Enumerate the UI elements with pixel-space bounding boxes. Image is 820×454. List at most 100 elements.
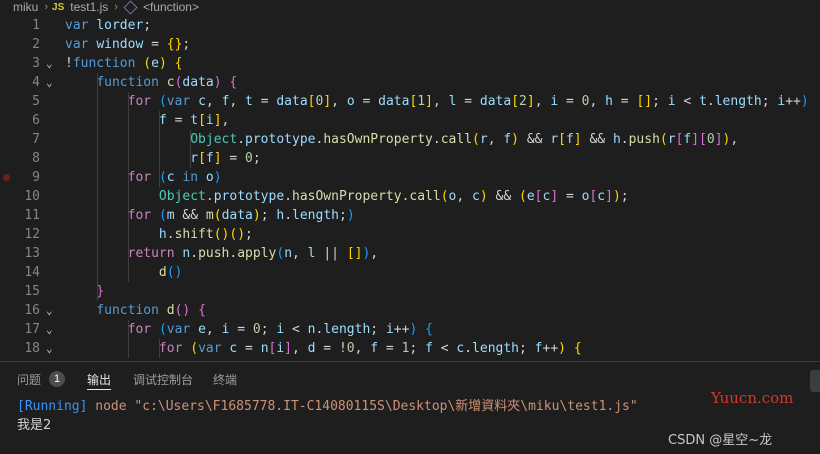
fold-chevron-icon[interactable]: ⌄ bbox=[46, 339, 53, 358]
code-token: && bbox=[174, 208, 206, 223]
code-token: ] bbox=[714, 132, 723, 147]
code-text: Object.prototype.hasOwnProperty.call(o, … bbox=[65, 187, 629, 206]
code-token: d bbox=[166, 303, 175, 318]
fold-chevron-icon[interactable]: ⌄ bbox=[46, 54, 53, 73]
code-text: } bbox=[65, 282, 104, 301]
code-token: e bbox=[526, 189, 535, 204]
code-token: = bbox=[237, 341, 261, 356]
indent-guide bbox=[159, 339, 160, 358]
code-token: { bbox=[198, 303, 206, 318]
code-line[interactable]: 10 Object.prototype.hasOwnProperty.call(… bbox=[0, 187, 820, 206]
code-token: ( bbox=[158, 94, 167, 109]
code-token: . bbox=[432, 132, 441, 147]
code-token: push bbox=[628, 132, 660, 147]
code-text: function d() { bbox=[65, 301, 206, 320]
code-line[interactable]: 15 } bbox=[0, 282, 820, 301]
code-token: . bbox=[706, 94, 715, 109]
code-text: !function (e) { bbox=[65, 54, 182, 73]
code-text: var lorder; bbox=[65, 16, 151, 35]
panel-tab[interactable]: 终端 bbox=[213, 362, 237, 396]
code-token: = bbox=[252, 94, 277, 109]
code-token: , bbox=[205, 322, 222, 337]
code-token: i bbox=[205, 113, 214, 128]
code-text: r[f] = 0; bbox=[65, 149, 260, 168]
code-token: r bbox=[667, 132, 676, 147]
code-token: r bbox=[479, 132, 488, 147]
code-token: for bbox=[127, 322, 152, 337]
code-token: lorder bbox=[96, 18, 144, 33]
breadcrumb-folder[interactable]: miku bbox=[0, 0, 40, 14]
fold-chevron-icon[interactable]: ⌄ bbox=[46, 73, 53, 92]
code-token: . bbox=[190, 246, 199, 261]
code-token: { bbox=[573, 341, 582, 356]
code-line[interactable]: 17 ⌄ for (var e, i = 0; i < n.length; i++… bbox=[0, 320, 820, 339]
indent-guide bbox=[128, 92, 129, 282]
code-line[interactable]: 6 f = t[i], bbox=[0, 111, 820, 130]
code-token: in bbox=[182, 170, 199, 185]
panel-tab[interactable]: 调试控制台 bbox=[133, 362, 193, 396]
code-line[interactable]: 13 return n.push.apply(n, l || []), bbox=[0, 244, 820, 263]
code-line[interactable]: 1 var lorder; bbox=[0, 16, 820, 35]
code-token: ] bbox=[691, 132, 700, 147]
code-token: . bbox=[284, 208, 293, 223]
code-token: { bbox=[425, 322, 433, 337]
fold-chevron-icon[interactable]: ⌄ bbox=[46, 320, 53, 339]
panel-tab[interactable]: 问题 1 bbox=[17, 362, 66, 396]
code-text: return n.push.apply(n, l || []), bbox=[65, 244, 379, 263]
code-token: && bbox=[487, 189, 519, 204]
code-token: = bbox=[354, 94, 379, 109]
code-token: 0 bbox=[346, 341, 355, 356]
code-token: var bbox=[166, 94, 191, 109]
code-token: 0 bbox=[245, 151, 253, 166]
code-token: , bbox=[205, 94, 222, 109]
code-token: r bbox=[550, 132, 559, 147]
code-token: i bbox=[667, 94, 676, 109]
code-line[interactable]: 3 ⌄ !function (e) { bbox=[0, 54, 820, 73]
code-token: t bbox=[190, 113, 199, 128]
code-token: return bbox=[127, 246, 175, 261]
code-line[interactable]: 18 ⌄ for (var c = n[i], d = !0, f = 1; f … bbox=[0, 339, 820, 358]
code-token: ) bbox=[346, 208, 355, 223]
code-line[interactable]: 7 Object.prototype.hasOwnProperty.call(r… bbox=[0, 130, 820, 149]
panel-tab[interactable]: 输出 bbox=[87, 362, 112, 396]
panel-scrollbar[interactable] bbox=[810, 370, 820, 392]
code-token: [] bbox=[636, 94, 653, 109]
code-token: ; bbox=[143, 18, 152, 33]
code-token: c bbox=[198, 94, 206, 109]
line-number: 1 bbox=[32, 18, 40, 33]
fold-chevron-icon[interactable]: ⌄ bbox=[46, 301, 53, 320]
code-token: length bbox=[714, 94, 762, 109]
code-line[interactable]: 8 r[f] = 0; bbox=[0, 149, 820, 168]
code-editor[interactable]: 1 var lorder; 2 var window = {}; 3 ⌄ !function… bbox=[0, 15, 820, 360]
code-line[interactable]: 9 for (c in o) bbox=[0, 168, 820, 187]
code-token: i bbox=[276, 322, 285, 337]
breadcrumb: miku › JS test1.js › <function> bbox=[0, 0, 820, 14]
code-token: f bbox=[425, 341, 433, 356]
code-line[interactable]: 5 for (var c, f, t = data[0], o = data[1… bbox=[0, 92, 820, 111]
code-token: ( bbox=[659, 132, 668, 147]
code-line[interactable]: 14 d() bbox=[0, 263, 820, 282]
code-token: [] bbox=[346, 246, 363, 261]
code-token: [ bbox=[198, 113, 206, 128]
code-token: h bbox=[612, 132, 621, 147]
code-line[interactable]: 2 var window = {}; bbox=[0, 35, 820, 54]
code-token: t bbox=[245, 94, 253, 109]
code-token: = bbox=[558, 94, 582, 109]
breadcrumb-file[interactable]: test1.js bbox=[68, 0, 110, 14]
code-token: f bbox=[158, 113, 167, 128]
code-token: ] bbox=[425, 94, 433, 109]
code-token: < bbox=[284, 322, 308, 337]
code-token: n bbox=[260, 341, 269, 356]
code-line[interactable]: 11 for (m && m(data); h.length;) bbox=[0, 206, 820, 225]
breadcrumb-symbol[interactable]: <function> bbox=[141, 0, 201, 14]
line-number: 2 bbox=[32, 37, 40, 52]
code-line[interactable]: 12 h.shift()(); bbox=[0, 225, 820, 244]
code-line[interactable]: 16 ⌄ function d() { bbox=[0, 301, 820, 320]
code-token: ( bbox=[440, 189, 449, 204]
code-line[interactable]: 4 ⌄ function c(data) { bbox=[0, 73, 820, 92]
code-token: = bbox=[378, 341, 402, 356]
